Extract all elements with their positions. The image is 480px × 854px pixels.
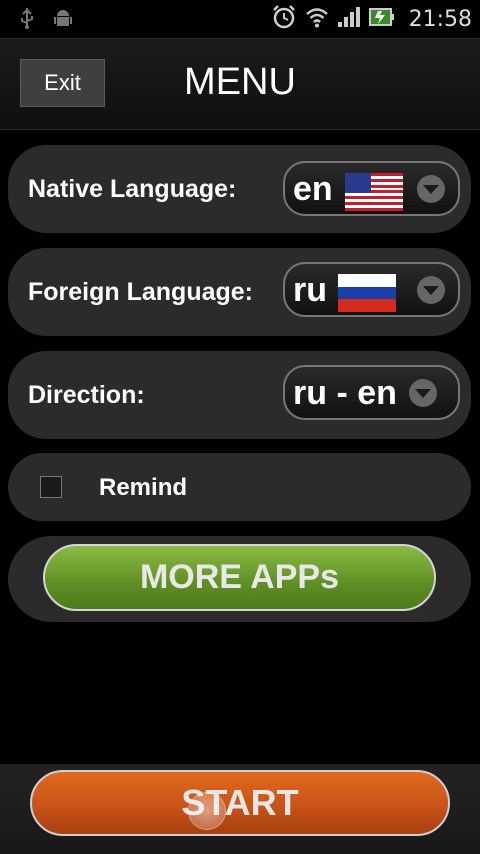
remind-checkbox[interactable] [40,476,62,498]
more-apps-button[interactable]: MORE APPs [43,544,436,611]
foreign-language-value: ru [293,271,327,309]
page-title: MENU [184,61,296,103]
signal-icon [337,6,361,32]
direction-row: Direction: ru - en [8,351,471,439]
status-bar: 21:58 [0,0,480,38]
direction-value: ru - en [293,374,397,412]
direction-select[interactable]: ru - en [283,365,460,420]
foreign-language-label: Foreign Language: [28,278,253,306]
bottom-bar: START [0,764,480,854]
foreign-language-row: Foreign Language: ru [8,248,471,336]
native-language-value: en [293,170,333,208]
android-debug-icon [54,8,72,34]
touch-indicator [188,792,226,830]
more-apps-container: MORE APPs [8,536,471,622]
chevron-down-icon [416,174,446,208]
remind-row[interactable]: Remind [8,453,471,521]
start-button[interactable]: START [30,770,450,836]
native-language-row: Native Language: en [8,145,471,233]
direction-label: Direction: [28,381,145,409]
wifi-icon [305,6,329,32]
title-bar: Exit MENU [0,38,480,130]
status-time: 21:58 [408,6,472,32]
us-flag-icon [345,173,403,215]
russia-flag-icon [338,274,396,316]
remind-label: Remind [99,474,188,501]
native-language-label: Native Language: [28,175,237,203]
alarm-icon [271,4,297,34]
usb-icon [20,8,34,34]
chevron-down-icon [408,378,438,412]
foreign-language-select[interactable]: ru [283,262,460,317]
native-language-select[interactable]: en [283,161,460,216]
battery-charging-icon [368,7,395,31]
chevron-down-icon [416,275,446,309]
